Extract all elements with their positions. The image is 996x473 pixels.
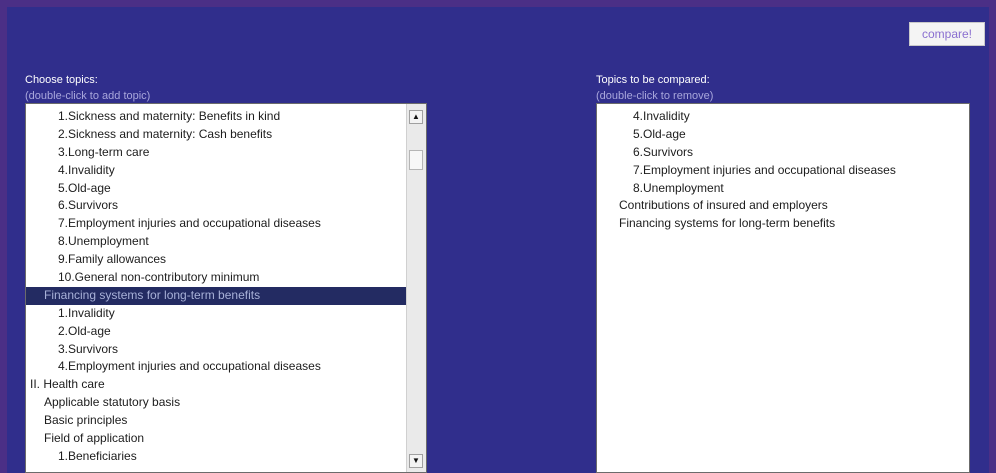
available-topics-items: 1.Sickness and maternity: Benefits in ki… <box>26 108 426 466</box>
left-list-hint: (double-click to add topic) <box>25 90 151 102</box>
list-item[interactable]: Financing systems for long-term benefits <box>597 215 969 233</box>
left-scrollbar[interactable]: ▲ ▼ <box>406 104 426 472</box>
list-item[interactable]: II. Health care <box>26 376 426 394</box>
list-item[interactable]: 3.Survivors <box>26 341 426 359</box>
list-item[interactable]: 4.Employment injuries and occupational d… <box>26 358 426 376</box>
compare-panel: compare! Choose topics: (double-click to… <box>7 7 989 473</box>
list-item[interactable]: 1.Beneficiaries <box>26 448 426 466</box>
compare-button[interactable]: compare! <box>909 22 985 46</box>
list-item[interactable]: 7.Employment injuries and occupational d… <box>26 215 426 233</box>
list-item[interactable]: 5.Old-age <box>26 180 426 198</box>
list-item[interactable]: 3.Long-term care <box>26 144 426 162</box>
right-list-title: Topics to be compared: <box>596 74 710 86</box>
list-item[interactable]: 4.Invalidity <box>597 108 969 126</box>
list-item[interactable]: Contributions of insured and employers <box>597 197 969 215</box>
list-item[interactable]: 10.General non-contributory minimum <box>26 269 426 287</box>
compared-topics-list[interactable]: 4.Invalidity 5.Old-age 6.Survivors 7.Employ… <box>596 103 970 473</box>
list-item[interactable]: 1.Sickness and maternity: Benefits in ki… <box>26 108 426 126</box>
scroll-thumb[interactable] <box>409 150 423 170</box>
list-item[interactable]: Financing systems for long-term benefits <box>26 286 426 305</box>
list-item[interactable]: 5.Old-age <box>597 126 969 144</box>
list-item[interactable]: 6.Survivors <box>597 144 969 162</box>
list-item[interactable]: 2.Sickness and maternity: Cash benefits <box>26 126 426 144</box>
list-item[interactable]: 2.Old-age <box>26 323 426 341</box>
list-item[interactable]: 7.Employment injuries and occupational d… <box>597 162 969 180</box>
list-item[interactable]: 6.Survivors <box>26 197 426 215</box>
list-item[interactable]: 9.Family allowances <box>26 251 426 269</box>
arrow-down-icon[interactable]: ▼ <box>409 454 423 468</box>
left-list-title: Choose topics: <box>25 74 98 86</box>
app-frame: compare! Choose topics: (double-click to… <box>0 0 996 473</box>
list-item[interactable]: Basic principles <box>26 412 426 430</box>
list-item[interactable]: 8.Unemployment <box>597 180 969 198</box>
compared-topics-items: 4.Invalidity 5.Old-age 6.Survivors 7.Employ… <box>597 108 969 233</box>
arrow-up-icon[interactable]: ▲ <box>409 110 423 124</box>
list-item[interactable]: Field of application <box>26 430 426 448</box>
list-item[interactable]: 8.Unemployment <box>26 233 426 251</box>
list-item[interactable]: Applicable statutory basis <box>26 394 426 412</box>
list-item[interactable]: 4.Invalidity <box>26 162 426 180</box>
right-list-hint: (double-click to remove) <box>596 90 714 102</box>
list-item[interactable]: 1.Invalidity <box>26 305 426 323</box>
available-topics-list[interactable]: 1.Sickness and maternity: Benefits in ki… <box>25 103 427 473</box>
